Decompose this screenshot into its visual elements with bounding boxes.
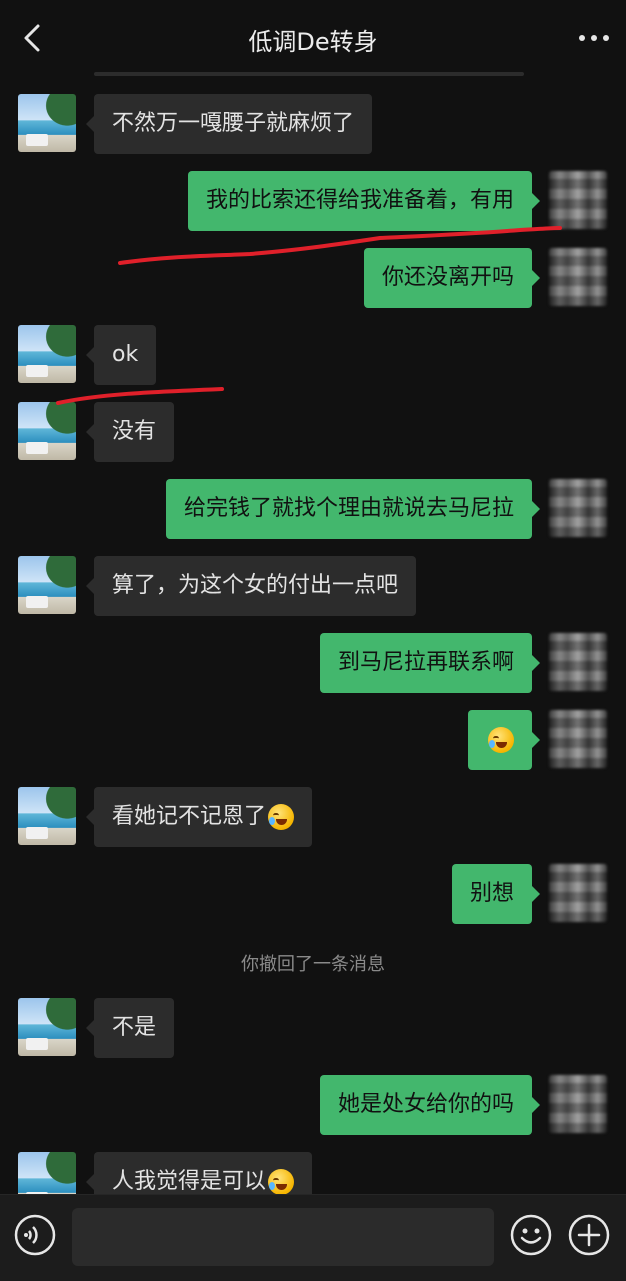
- contact-avatar[interactable]: [18, 402, 76, 460]
- scroll-divider: [94, 72, 524, 76]
- message-bubble-received[interactable]: 人我觉得是可以: [85, 1152, 313, 1194]
- message-text: 不然万一嘎腰子就麻烦了: [112, 111, 355, 136]
- voice-icon[interactable]: [14, 1214, 56, 1256]
- message-text: 她是处女给你的吗: [337, 1092, 514, 1117]
- self-avatar[interactable]: [549, 710, 607, 768]
- recall-notice: 你撤回了一条消息: [241, 954, 385, 975]
- contact-avatar[interactable]: [18, 1152, 76, 1194]
- message-bubble-sent[interactable]: 你还没离开吗: [363, 248, 541, 308]
- message-bubble-sent[interactable]: 她是处女给你的吗: [319, 1075, 541, 1135]
- message-bubble-sent[interactable]: 我的比索还得给我准备着，有用: [187, 171, 541, 231]
- message-bubble-sent[interactable]: 别想: [451, 864, 541, 924]
- self-avatar[interactable]: [549, 633, 607, 691]
- message-list[interactable]: 不然万一嘎腰子就麻烦了 我的比索还得给我准备着，有用 你还没离开吗 ok 没有 …: [0, 78, 626, 1194]
- message-text: 算了，为这个女的付出一点吧: [112, 573, 399, 598]
- message-text: 给完钱了就找个理由就说去马尼拉: [183, 496, 514, 521]
- chat-title: 低调De转身: [248, 28, 378, 56]
- message-bubble-received[interactable]: 不是: [85, 998, 175, 1058]
- contact-avatar[interactable]: [18, 998, 76, 1056]
- message-text: 我的比索还得给我准备着，有用: [205, 188, 514, 213]
- message-bubble-received[interactable]: 没有: [85, 402, 175, 462]
- self-avatar[interactable]: [549, 248, 607, 306]
- message-text: 别想: [469, 881, 514, 906]
- self-avatar[interactable]: [549, 1075, 607, 1133]
- message-bubble-received[interactable]: 不然万一嘎腰子就麻烦了: [85, 94, 373, 154]
- message-input[interactable]: [72, 1208, 494, 1266]
- smiley-icon[interactable]: [510, 1214, 552, 1256]
- contact-avatar[interactable]: [18, 787, 76, 845]
- message-text: 不是: [112, 1015, 157, 1040]
- message-text: 你还没离开吗: [381, 265, 514, 290]
- self-avatar[interactable]: [549, 479, 607, 537]
- message-text: 看她记不记恩了: [112, 804, 267, 829]
- contact-avatar[interactable]: [18, 94, 76, 152]
- plus-circle-icon[interactable]: [568, 1214, 610, 1256]
- laugh-cry-emoji-icon: [268, 804, 295, 830]
- message-text: 没有: [112, 419, 157, 444]
- chat-header: 低调De转身: [0, 0, 626, 78]
- contact-avatar[interactable]: [18, 325, 76, 383]
- contact-avatar[interactable]: [18, 556, 76, 614]
- input-bar: [0, 1194, 626, 1281]
- self-avatar[interactable]: [549, 171, 607, 229]
- message-bubble-sent[interactable]: 到马尼拉再联系啊: [319, 633, 541, 693]
- message-text: 到马尼拉再联系啊: [337, 650, 514, 675]
- message-bubble-received[interactable]: 算了，为这个女的付出一点吧: [85, 556, 417, 616]
- message-bubble-received[interactable]: 看她记不记恩了: [85, 787, 313, 847]
- self-avatar[interactable]: [549, 864, 607, 922]
- laugh-cry-emoji-icon: [488, 727, 514, 753]
- message-text: 人我觉得是可以: [112, 1169, 267, 1194]
- message-bubble-sent[interactable]: [468, 710, 540, 770]
- message-text: ok: [112, 342, 139, 367]
- laugh-cry-emoji-icon: [268, 1169, 295, 1194]
- message-bubble-sent[interactable]: 给完钱了就找个理由就说去马尼拉: [165, 479, 541, 539]
- message-bubble-received[interactable]: ok: [85, 325, 157, 385]
- ellipsis-icon[interactable]: [572, 20, 616, 56]
